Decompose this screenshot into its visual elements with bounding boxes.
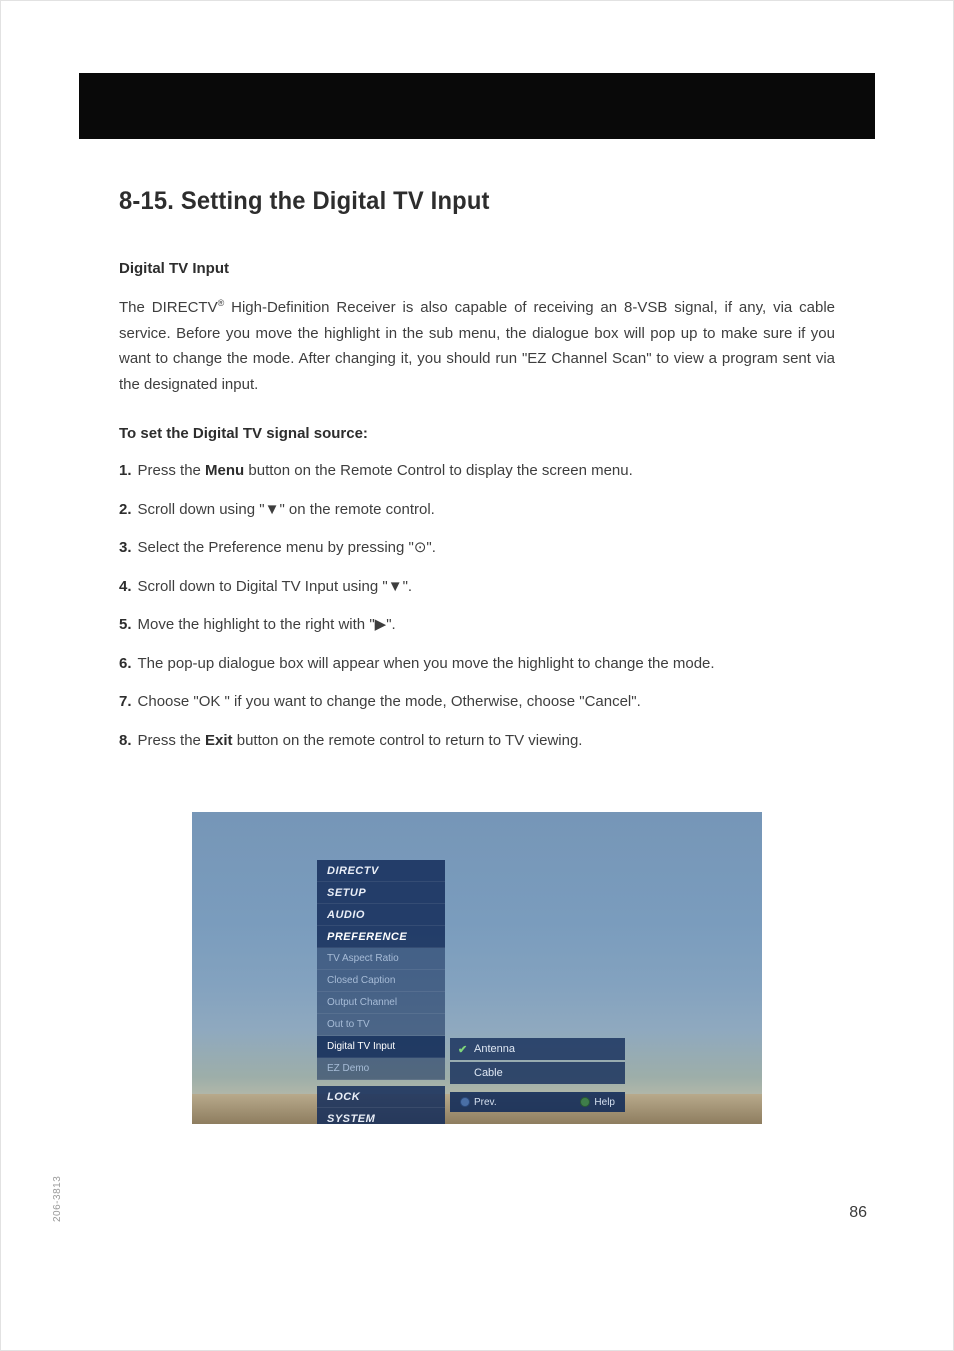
step-7: Choose "OK " if you want to change the m…: [119, 691, 835, 714]
osd-footer: Prev. Help: [450, 1092, 625, 1112]
osd-preference: PREFERENCE: [317, 926, 445, 948]
osd-setup: SETUP: [317, 882, 445, 904]
section-to-set-source: To set the Digital TV signal source:: [119, 425, 835, 442]
step-3: Select the Preference menu by pressing "…: [119, 537, 835, 560]
blue-dot-icon: [460, 1097, 470, 1107]
step-5: Move the highlight to the right with "▶"…: [119, 614, 835, 637]
osd-pref-caption: Closed Caption: [317, 970, 445, 992]
step-1: Press the Menu button on the Remote Cont…: [119, 460, 835, 483]
osd-directv: DIRECTV: [317, 860, 445, 882]
intro-pre: The DIRECTV: [119, 299, 218, 316]
step-4: Scroll down to Digital TV Input using "▼…: [119, 576, 835, 599]
osd-option-cable: Cable: [450, 1062, 625, 1084]
select-dot-icon: ⊙: [414, 539, 427, 556]
page: 8-15. Setting the Digital TV Input Digit…: [0, 0, 954, 1351]
document-code: 206-3813: [52, 1176, 63, 1222]
osd-pref-digital-tv-input: Digital TV Input: [317, 1036, 445, 1058]
intro-paragraph: The DIRECTV® High-Definition Receiver is…: [119, 295, 835, 397]
header-band: [79, 73, 875, 139]
down-arrow-icon: ▼: [265, 501, 280, 518]
page-number: 86: [849, 1204, 867, 1222]
osd-pref-aspect: TV Aspect Ratio: [317, 948, 445, 970]
osd-pref-ezdemo: EZ Demo: [317, 1058, 445, 1080]
page-title: 8-15. Setting the Digital TV Input: [119, 187, 799, 216]
section-digital-tv-input: Digital TV Input: [119, 260, 835, 277]
step-2: Scroll down using "▼" on the remote cont…: [119, 499, 835, 522]
osd-system: SYSTEM: [317, 1108, 445, 1124]
osd-footer-prev: Prev.: [460, 1097, 497, 1108]
osd-audio: AUDIO: [317, 904, 445, 926]
osd-pref-outtv: Out to TV: [317, 1014, 445, 1036]
step-8: Press the Exit button on the remote cont…: [119, 730, 835, 753]
down-arrow-icon: ▼: [388, 578, 403, 595]
green-dot-icon: [580, 1097, 590, 1107]
step-6: The pop-up dialogue box will appear when…: [119, 653, 835, 676]
steps-list: Press the Menu button on the Remote Cont…: [119, 460, 835, 752]
osd-options: ✔ Antenna Cable: [450, 1038, 625, 1086]
right-arrow-icon: ▶: [375, 616, 387, 633]
content: 8-15. Setting the Digital TV Input Digit…: [119, 187, 835, 1124]
osd-pref-output: Output Channel: [317, 992, 445, 1014]
tv-screenshot: DIRECTV SETUP AUDIO PREFERENCE TV Aspect…: [192, 812, 762, 1124]
osd-option-antenna: ✔ Antenna: [450, 1038, 625, 1060]
osd-footer-help: Help: [580, 1097, 615, 1108]
osd-lock: LOCK: [317, 1086, 445, 1108]
intro-post: High-Definition Receiver is also capable…: [119, 299, 835, 393]
check-icon: ✔: [458, 1043, 467, 1056]
